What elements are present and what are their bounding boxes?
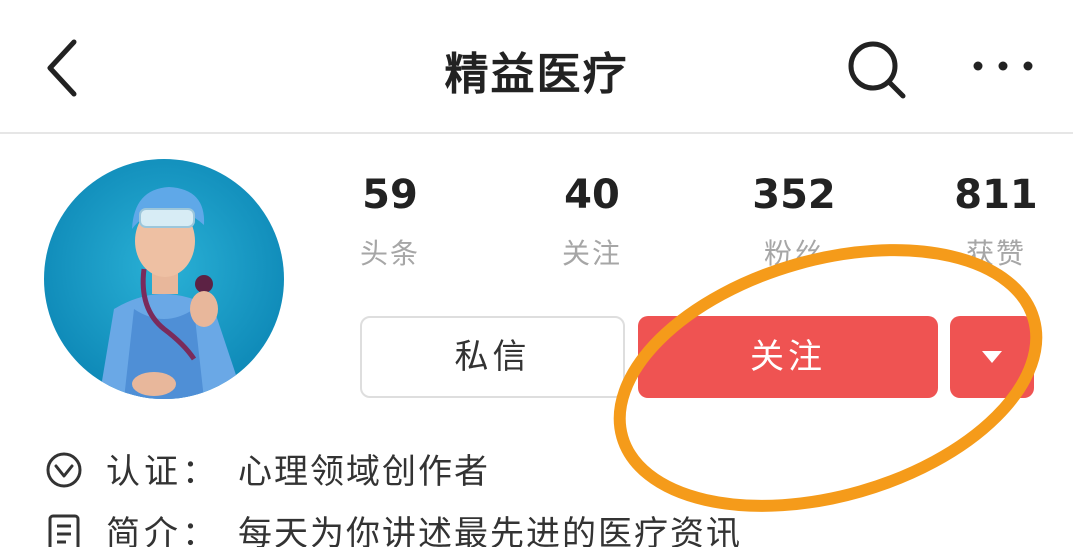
stat-headlines[interactable]: 59 头条 <box>290 170 490 272</box>
bio-value: 每天为你讲述最先进的医疗资讯 <box>238 514 742 547</box>
verified-check-icon <box>44 450 84 490</box>
more-dots-icon[interactable] <box>968 46 1038 86</box>
stat-value: 59 <box>362 172 418 218</box>
search-icon[interactable] <box>845 40 909 100</box>
caret-down-icon <box>982 351 1002 363</box>
stat-label: 粉丝 <box>763 237 824 270</box>
stat-value: 352 <box>752 172 836 218</box>
follow-options-button[interactable] <box>950 316 1034 398</box>
stat-value: 811 <box>954 172 1038 218</box>
stat-label: 头条 <box>359 237 420 270</box>
profile-stats: 59 头条 40 关注 352 粉丝 811 获赞 <box>290 170 1073 270</box>
stat-label: 关注 <box>561 237 622 270</box>
document-icon <box>44 512 84 547</box>
stat-label: 获赞 <box>965 237 1026 270</box>
stat-following[interactable]: 40 关注 <box>492 170 692 272</box>
page-title: 精益医疗 <box>444 49 629 100</box>
top-nav-bar: 精益医疗 <box>0 0 1073 134</box>
stat-followers[interactable]: 352 粉丝 <box>694 170 894 272</box>
stat-value: 40 <box>564 172 620 218</box>
follow-button[interactable]: 关注 <box>638 316 938 398</box>
message-button[interactable]: 私信 <box>360 316 625 398</box>
verification-value: 心理领域创作者 <box>238 452 490 492</box>
verification-key: 认证： <box>106 452 220 492</box>
stat-likes[interactable]: 811 获赞 <box>896 170 1073 272</box>
bio-key: 简介： <box>106 514 220 547</box>
avatar[interactable] <box>44 159 284 399</box>
